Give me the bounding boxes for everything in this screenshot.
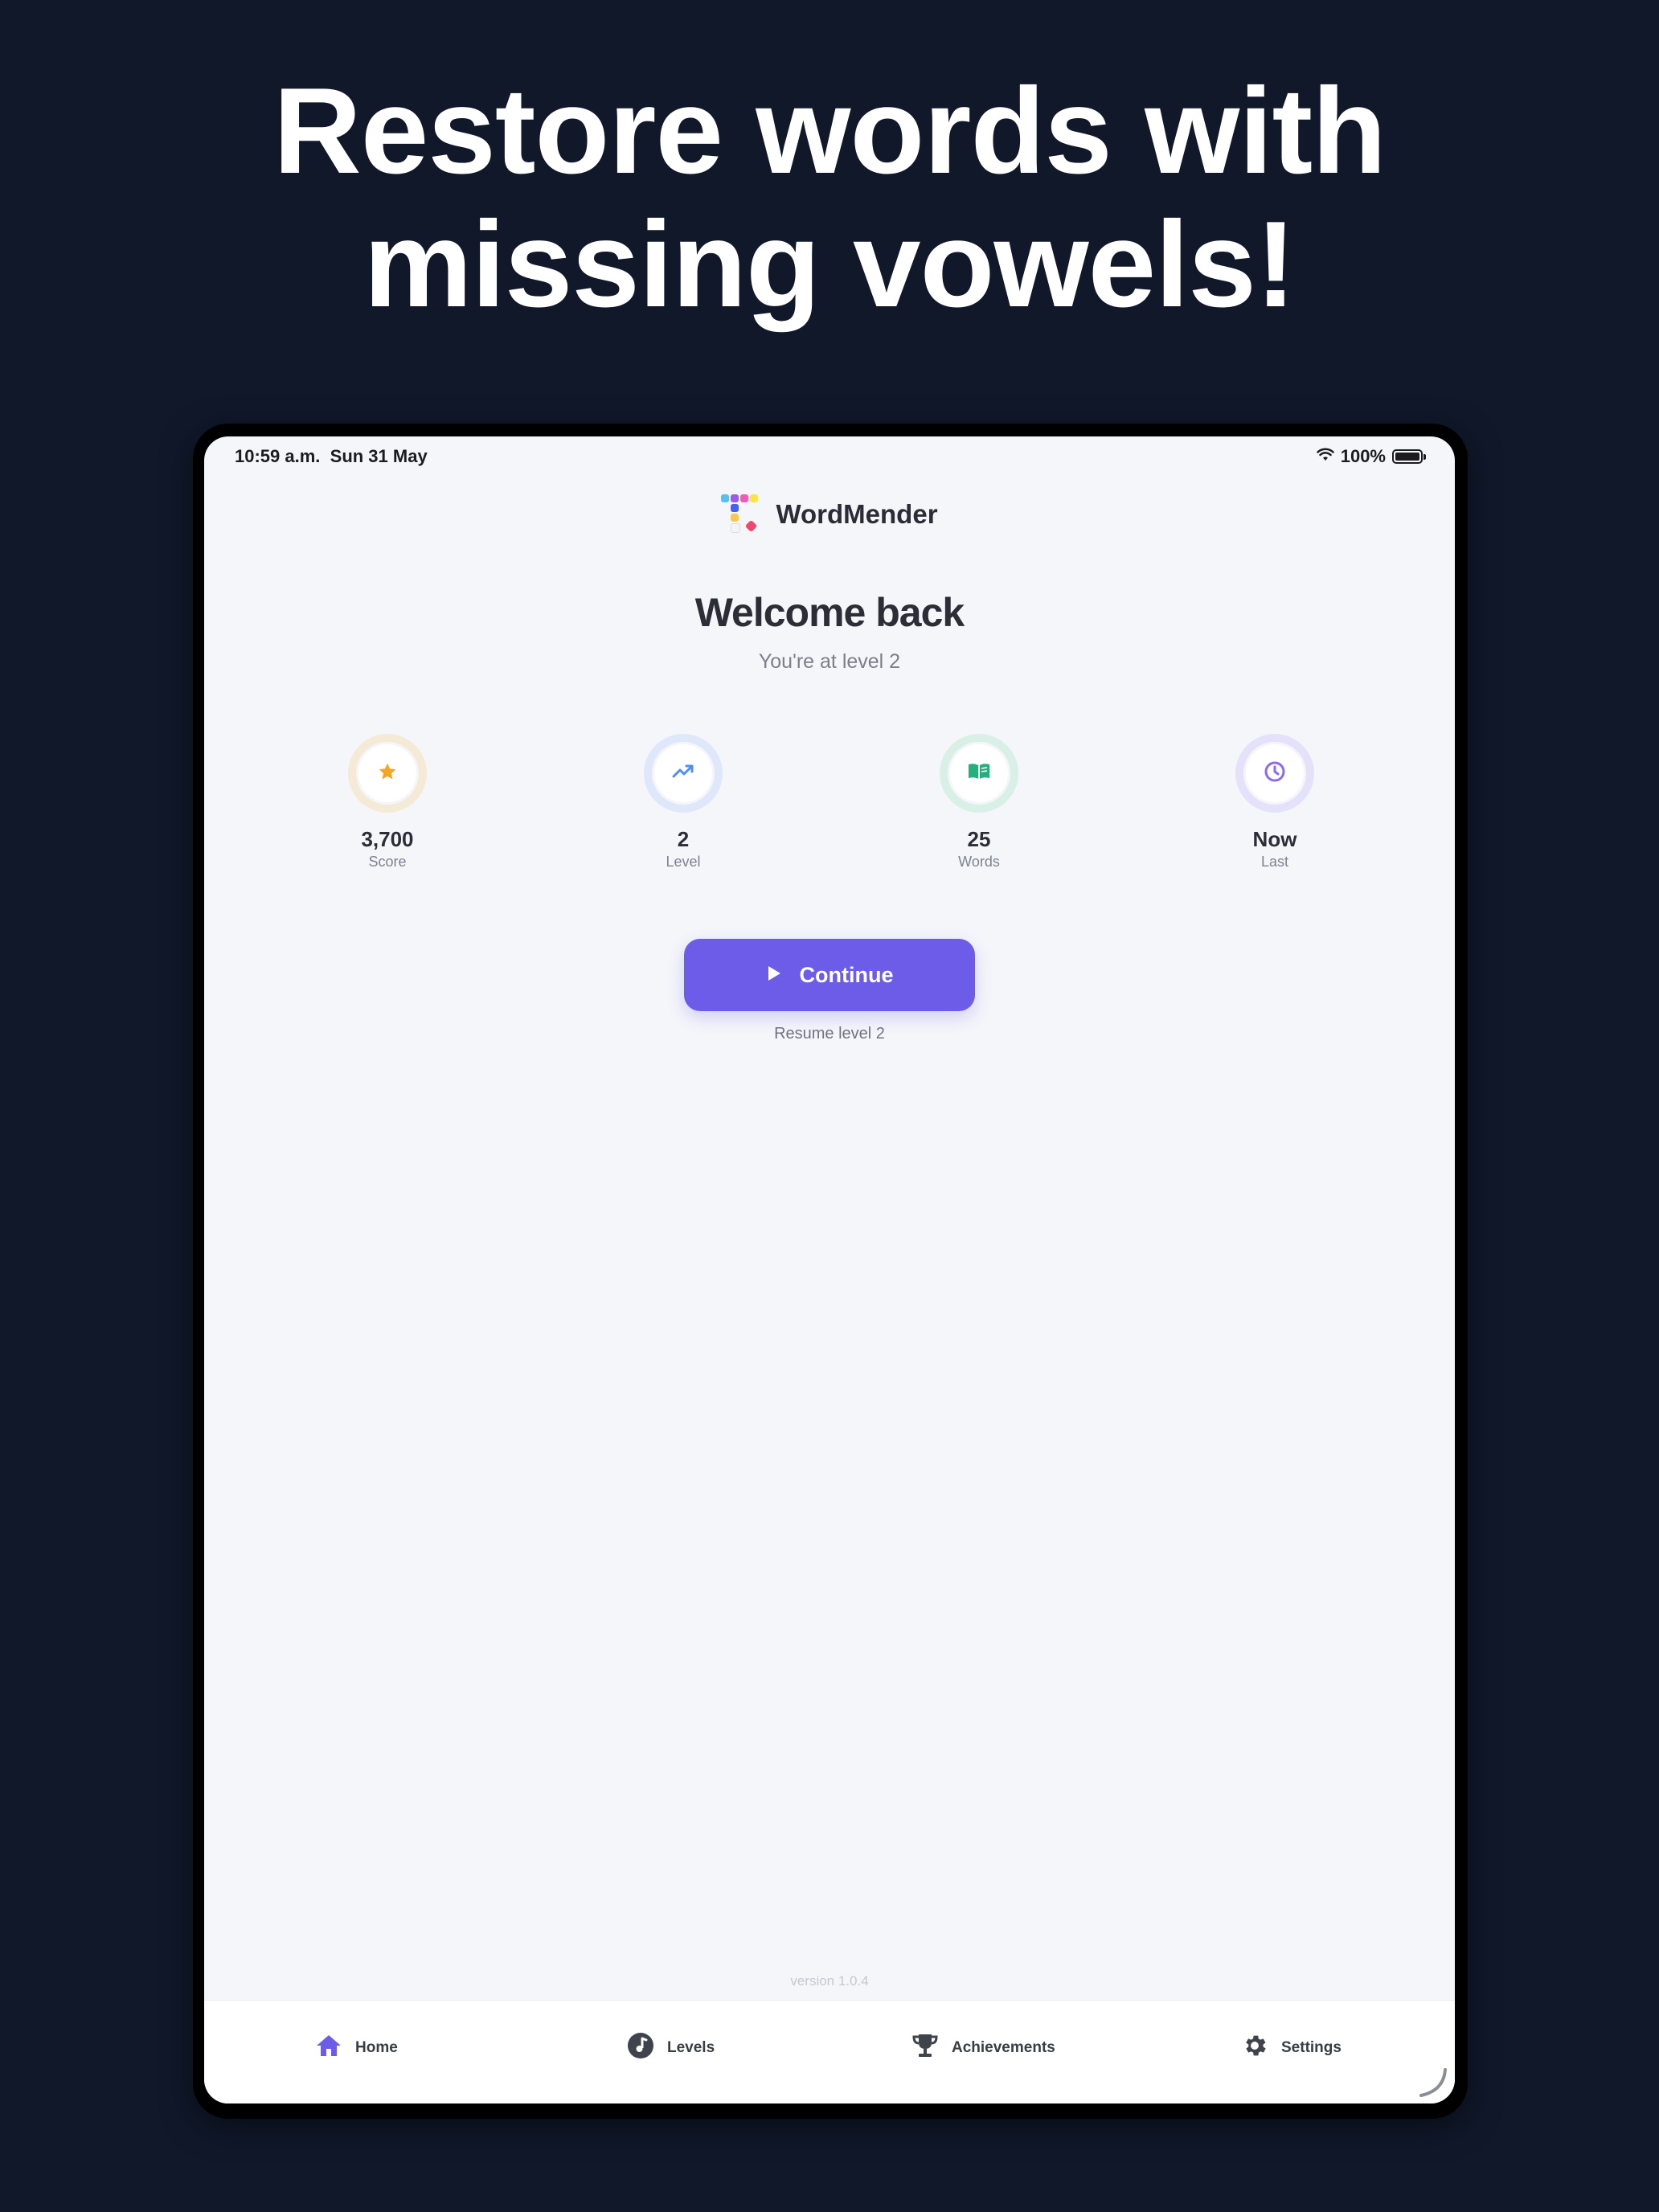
battery-icon: [1392, 449, 1426, 464]
status-time: 10:59 a.m.: [235, 446, 321, 466]
stat-value: 25: [967, 827, 991, 851]
stat-score-ring: [348, 734, 427, 813]
continue-button[interactable]: Continue: [684, 939, 975, 1011]
headline-line-1: Restore words with: [273, 63, 1387, 199]
status-date: Sun 31 May: [330, 446, 428, 466]
stat-score: 3,700 Score: [307, 734, 468, 870]
app-name: WordMender: [776, 499, 938, 529]
tab-levels-label: Levels: [667, 2039, 715, 2056]
trending-up-icon: [672, 764, 694, 784]
home-icon: [315, 2033, 342, 2063]
continue-label: Continue: [799, 962, 894, 987]
resume-hint: Resume level 2: [774, 1025, 885, 1043]
battery-percent: 100%: [1340, 446, 1386, 466]
tab-home-label: Home: [355, 2039, 398, 2056]
headline-line-2: missing vowels!: [363, 196, 1296, 333]
wordmender-logo-icon: [721, 494, 759, 535]
stat-words-ring: [940, 734, 1018, 813]
star-icon: [377, 761, 398, 786]
play-icon: [766, 963, 782, 988]
stat-value: 2: [677, 827, 690, 851]
status-bar: 10:59 a.m. Sun 31 May 100%: [204, 436, 1455, 478]
stat-level-ring: [644, 734, 723, 813]
stat-label: Last: [1260, 854, 1289, 870]
tablet-frame: 10:59 a.m. Sun 31 May 100% WordMender We…: [193, 424, 1468, 2119]
tab-settings-label: Settings: [1281, 2039, 1342, 2056]
tab-home[interactable]: Home: [315, 2028, 398, 2068]
clock-icon: [1264, 760, 1286, 787]
app-brand: WordMender: [204, 494, 1455, 535]
stat-value: Now: [1252, 827, 1297, 851]
stat-level: 2 Level: [603, 734, 764, 870]
tab-achievements-label: Achievements: [952, 2039, 1055, 2056]
status-indicators: 100%: [1316, 446, 1426, 467]
music-note-icon: [627, 2032, 654, 2064]
trophy-icon: [911, 2032, 939, 2064]
stat-label: Level: [666, 854, 701, 870]
tab-settings[interactable]: Settings: [1241, 2028, 1342, 2068]
stat-label: Score: [368, 854, 407, 870]
marketing-headline: Restore words with missing vowels!: [0, 64, 1659, 331]
stat-words: 25 Words: [899, 734, 1059, 870]
tab-levels[interactable]: Levels: [627, 2028, 715, 2068]
tab-bar: Home Levels Achievements Settings: [204, 2000, 1455, 2103]
tab-achievements[interactable]: Achievements: [911, 2028, 1055, 2068]
welcome-title: Welcome back: [694, 590, 965, 635]
book-icon: [967, 762, 991, 785]
stat-last: Now Last: [1194, 734, 1355, 870]
stat-last-ring: [1235, 734, 1314, 813]
wifi-icon: [1316, 446, 1334, 467]
stat-label: Words: [958, 854, 1000, 870]
corner-indicator-icon: [1416, 2067, 1448, 2099]
stat-value: 3,700: [361, 827, 414, 851]
stats-row: 3,700 Score 2 Level 25 Words Now Last: [204, 734, 1455, 895]
app-screen: 10:59 a.m. Sun 31 May 100% WordMender We…: [204, 436, 1455, 2103]
gear-icon: [1241, 2032, 1268, 2064]
welcome-subtitle: You're at level 2: [758, 650, 901, 673]
status-time-date: 10:59 a.m. Sun 31 May: [235, 446, 428, 467]
version-label: version 1.0.4: [790, 1973, 869, 1989]
